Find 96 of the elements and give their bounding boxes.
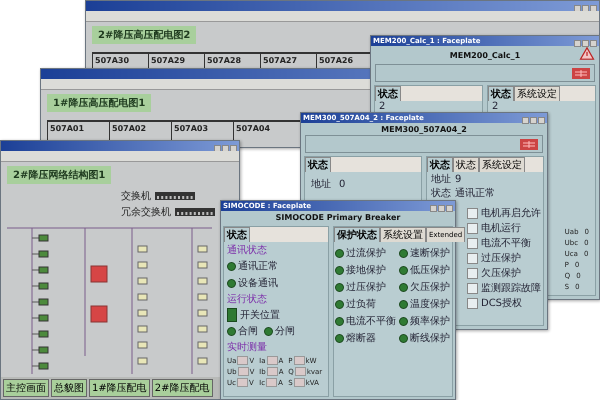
- lamp-label: 电流不平衡: [346, 314, 396, 328]
- breaker-indicator: [227, 308, 237, 322]
- checkbox-label: DCS授权: [481, 296, 522, 310]
- checkbox[interactable]: [467, 252, 478, 264]
- lamp-label: 分闸: [275, 325, 295, 338]
- lamp-label: 欠压保护: [410, 280, 450, 294]
- checkbox[interactable]: [467, 268, 478, 278]
- field-value: 0: [339, 178, 346, 190]
- field-label: 地址: [311, 178, 331, 191]
- close-button[interactable]: [446, 204, 453, 212]
- indicator-label: 开关位置: [240, 308, 280, 322]
- field-value: 通讯正常: [455, 186, 495, 200]
- lamp-label: 频率保护: [410, 314, 450, 328]
- lamp-label: 断线保护: [410, 332, 450, 345]
- checkbox-label: 电机再启允许: [481, 206, 541, 220]
- checkbox[interactable]: [467, 298, 478, 308]
- warning-icon: [579, 47, 595, 60]
- faceplate-heading: MEM200_Calc_1: [450, 50, 520, 60]
- checkbox-label: 电机运行: [481, 222, 521, 235]
- measure-field: [266, 378, 278, 387]
- checkbox[interactable]: [467, 238, 478, 248]
- minimize-button[interactable]: [574, 40, 581, 46]
- checkbox-label: 监测跟踪故障: [481, 282, 541, 295]
- section-title: 实时测量: [227, 340, 268, 354]
- maximize-button[interactable]: [438, 204, 445, 212]
- nav-button[interactable]: 1#降压配电: [89, 379, 150, 397]
- measure-field: [294, 367, 306, 376]
- close-button[interactable]: [230, 144, 237, 152]
- checkbox-label: 欠压保护: [481, 266, 521, 280]
- diagram-title: 1#降压高压配电图1: [47, 94, 152, 112]
- alarm-icon: [520, 138, 538, 150]
- lamp-label: 合闸: [238, 325, 258, 338]
- tab[interactable]: 系统设定: [514, 86, 560, 101]
- close-button[interactable]: [538, 116, 545, 124]
- checkbox[interactable]: [467, 222, 478, 234]
- close-button[interactable]: [590, 40, 597, 46]
- network-switch-icon: [175, 208, 215, 216]
- status-lamp: [264, 326, 273, 336]
- minimize-button[interactable]: [522, 116, 529, 124]
- lamp-label: 过压保护: [346, 280, 386, 294]
- lamp-label: 过负荷: [346, 298, 376, 311]
- minimize-button[interactable]: [430, 204, 437, 212]
- minimize-button[interactable]: [214, 144, 221, 152]
- maximize-button[interactable]: [582, 40, 589, 46]
- section-title: 通讯状态: [227, 244, 268, 257]
- measure-field: [294, 378, 305, 387]
- switch-label: 冗余交换机: [121, 206, 171, 219]
- value-text: 2: [492, 101, 500, 112]
- field-label: 地址: [431, 172, 451, 186]
- tab[interactable]: 状态: [453, 157, 479, 172]
- maximize-button[interactable]: [530, 116, 537, 124]
- nav-button[interactable]: 2#降压配电: [152, 379, 212, 397]
- network-switch-icon: [155, 192, 195, 200]
- alarm-icon: [572, 68, 590, 78]
- lamp-label: 熔断器: [346, 332, 376, 345]
- section-title: 运行状态: [227, 292, 268, 306]
- tab[interactable]: 系统设定: [479, 157, 525, 172]
- checkbox-label: 过压保护: [481, 252, 521, 265]
- faceplate-heading: MEM300_507A04_2: [381, 124, 467, 134]
- measure-field: [238, 367, 249, 376]
- lamp-label: 通讯正常: [238, 260, 278, 273]
- tab[interactable]: 状态: [305, 157, 331, 172]
- close-button[interactable]: [590, 4, 597, 12]
- checkbox-label: 电流不平衡: [481, 236, 531, 250]
- tab[interactable]: 状态: [224, 227, 250, 242]
- checkbox[interactable]: [467, 208, 478, 218]
- switch-label: 交换机: [121, 190, 151, 203]
- lamp-label: 速断保护: [410, 246, 450, 260]
- diagram-title: 2#降压高压配电图2: [92, 26, 196, 44]
- measure-field: [294, 356, 305, 365]
- diagram-title: 2#降压网络结构图1: [7, 166, 112, 184]
- lamp-label: 过流保护: [346, 246, 386, 260]
- faceplate-heading: SIMOCODE Primary Breaker: [276, 213, 400, 222]
- lamp-label: 接地保护: [346, 264, 386, 277]
- tab[interactable]: 系统设置: [380, 227, 426, 242]
- lamp-label: 低压保护: [410, 264, 450, 277]
- measure-field: [266, 367, 278, 376]
- value-text: 2: [379, 101, 386, 112]
- maximize-button[interactable]: [222, 144, 229, 152]
- lamp-label: 设备通讯: [238, 276, 278, 290]
- measure-field: [237, 356, 248, 365]
- tab[interactable]: 状态: [427, 157, 453, 172]
- tab[interactable]: 状态: [488, 86, 514, 101]
- nav-button[interactable]: 主控画面: [3, 379, 49, 397]
- maximize-button[interactable]: [582, 4, 589, 12]
- measure-field: [236, 378, 248, 387]
- status-lamp: [227, 326, 236, 336]
- nav-button[interactable]: 总貌图: [51, 379, 87, 397]
- tab[interactable]: 状态: [375, 86, 401, 101]
- lamp-label: 温度保护: [410, 298, 450, 311]
- tab[interactable]: 保护状态: [334, 227, 380, 242]
- measure-field: [266, 356, 278, 365]
- checkbox[interactable]: [467, 282, 478, 294]
- minimize-button[interactable]: [574, 4, 581, 12]
- field-value: 9: [455, 174, 462, 184]
- field-label: 状态: [431, 186, 451, 200]
